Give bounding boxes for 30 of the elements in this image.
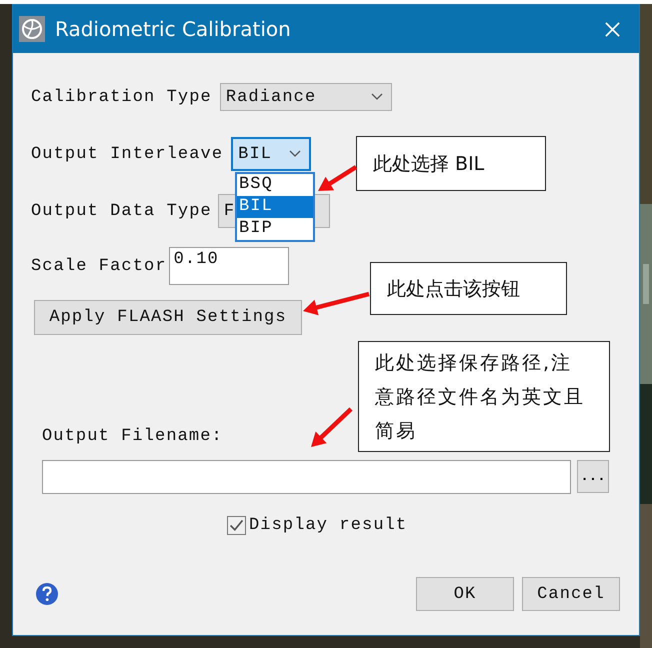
arrow — [311, 407, 353, 447]
cancel-button[interactable]: Cancel — [522, 577, 620, 611]
dropdown[interactable]: Radiance — [220, 83, 392, 111]
globe-icon — [19, 16, 45, 42]
field-label: Calibration Type — [31, 88, 212, 106]
chevron-down-icon — [370, 93, 383, 101]
filename-field[interactable] — [42, 460, 571, 494]
arrow — [303, 292, 370, 316]
field-label: Output Data Type — [31, 202, 212, 220]
close-icon[interactable] — [604, 20, 621, 38]
checkbox-label: Display result — [249, 516, 408, 535]
browse-button[interactable]: ... — [577, 460, 609, 493]
callout-note: 此处点击该按钮 — [370, 262, 567, 315]
callout-note: 此处选择保存路径,注意路径文件名为英文且简易 — [358, 341, 610, 452]
apply-settings-button[interactable]: Apply FLAASH Settings — [34, 300, 302, 335]
checkbox[interactable] — [227, 516, 246, 535]
callout-note: 此处选择 BIL — [356, 136, 546, 191]
dropdown[interactable]: BIL — [231, 137, 312, 171]
arrow — [318, 165, 358, 191]
dropdown-option[interactable]: BSQ — [237, 174, 313, 196]
field-label: Output Interleave — [31, 144, 224, 164]
field-label: Scale Factor — [31, 256, 167, 276]
field-label: Output Filename: — [42, 427, 223, 446]
dropdown-option[interactable]: BIL — [237, 196, 313, 218]
window-title: Radiometric Calibration — [55, 17, 292, 41]
help-icon[interactable] — [35, 582, 59, 606]
chevron-down-icon — [289, 150, 302, 158]
input-field[interactable]: 0.10 — [168, 247, 289, 285]
dropdown-option[interactable]: BIP — [237, 218, 313, 240]
ok-button[interactable]: OK — [416, 577, 514, 611]
